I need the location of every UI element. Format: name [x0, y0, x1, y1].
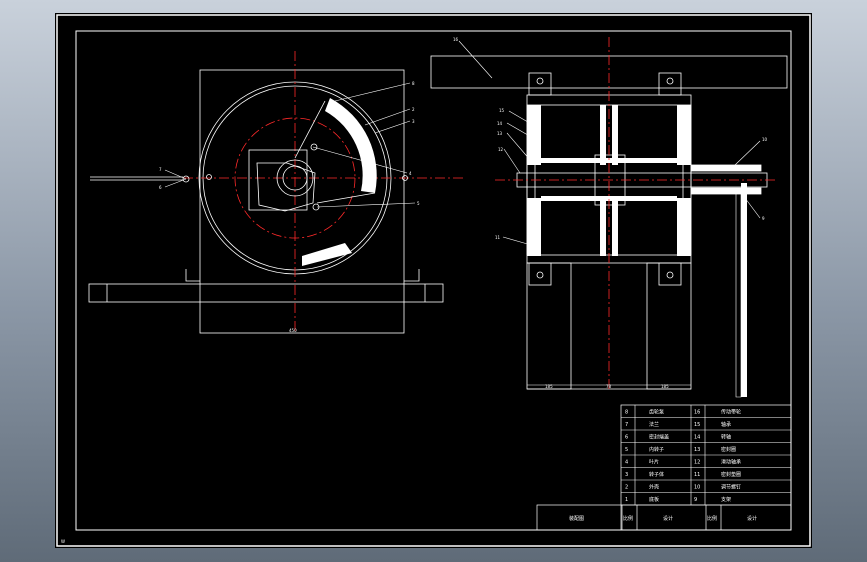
callout-11: 11 [495, 235, 501, 240]
callout-6: 6 [159, 185, 162, 190]
dimension-left-width: 450 [289, 328, 297, 333]
table-cell: 2 [625, 485, 628, 491]
housing-right-step [404, 269, 420, 282]
table-cell: 轴承 [721, 421, 731, 428]
callout-16: 16 [453, 37, 459, 42]
callout-5: 5 [417, 201, 420, 206]
vane-line-2 [316, 192, 376, 204]
base-plate [88, 283, 444, 303]
dim-c: 185 [661, 384, 669, 389]
dim-b: 78 [606, 384, 612, 389]
table-cell: 12 [694, 460, 700, 466]
leg-right [646, 262, 692, 390]
table-cell: 密封垫圈 [721, 471, 741, 478]
title-block-value-b: 设计 [747, 515, 757, 522]
table-cell: 16 [694, 410, 700, 416]
callout-15: 15 [499, 108, 505, 113]
leader-lines-left [164, 82, 416, 208]
table-cell: 内转子 [649, 446, 664, 453]
table-cell: 传动带轮 [721, 409, 741, 416]
title-block-label-a: 比例 [623, 515, 633, 522]
table-cell: 密封圈 [721, 446, 736, 453]
leader-lines-right [502, 110, 761, 246]
table-cell: 7 [625, 422, 628, 428]
table-cell: 调节螺钉 [721, 484, 741, 491]
table-cell: 齿轮泵 [649, 409, 664, 416]
inner-rotor [206, 143, 408, 212]
seal-lower [690, 187, 762, 195]
housing-left-step [185, 269, 200, 282]
port-left [206, 174, 212, 180]
hatched-vane-top [325, 98, 377, 193]
table-cell: 转子体 [649, 471, 664, 478]
leader-plate [458, 40, 493, 79]
vane-line-1 [294, 100, 326, 159]
table-cell: 15 [694, 422, 700, 428]
callout-14: 14 [497, 121, 503, 126]
table-cell: 底板 [649, 496, 659, 503]
callout-8: 8 [412, 81, 415, 86]
front-view: 8 2 3 4 5 7 6 450 [88, 51, 465, 334]
callout-4: 4 [409, 171, 412, 176]
title-block-value-a: 设计 [663, 515, 673, 522]
callout-13: 13 [497, 131, 503, 136]
table-cell: 法兰 [649, 421, 659, 428]
table-cell: 密封端盖 [649, 434, 669, 441]
housing [88, 69, 444, 334]
sheet-border [56, 14, 811, 547]
housing-body [199, 69, 405, 334]
title-block-title: 装配图 [569, 515, 584, 522]
hatched-vane-bottom [302, 243, 352, 266]
outer-frame [56, 14, 811, 547]
corner-mark: W [61, 539, 65, 544]
callout-12: 12 [498, 147, 504, 152]
inlet-tube [90, 175, 190, 183]
table-cell: 11 [694, 472, 700, 478]
table-cell: 叶片 [649, 459, 659, 466]
callout-7: 7 [159, 167, 162, 172]
callout-3: 3 [412, 119, 415, 124]
dim-a: 185 [545, 384, 553, 389]
table-cell: 外壳 [649, 484, 659, 491]
assembly-drawing[interactable]: 8 2 3 4 5 7 6 450 16 15 14 13 12 11 10 9… [55, 13, 812, 548]
side-view: 16 15 14 13 12 11 10 9 185 78 185 [430, 37, 788, 398]
table-cell: 滑动轴承 [721, 459, 741, 466]
callout-9: 9 [762, 216, 765, 221]
table-rows: 8 齿轮泵 16 传动带轮7 法兰 15 轴承6 密封端盖 14 转轴5 内转子 13 密封圈4 叶片 12… [621, 405, 791, 506]
drawing-viewport[interactable]: 8 2 3 4 5 7 6 450 16 15 14 13 12 11 10 9… [55, 13, 812, 548]
lug-bottom-right [658, 262, 682, 286]
table-cell: 5 [625, 447, 628, 453]
table-cell: 3 [625, 472, 628, 478]
seal-upper [690, 164, 762, 172]
table-cell: 1 [625, 497, 628, 503]
leg-left [526, 262, 572, 390]
table-cell: 4 [625, 460, 628, 466]
table-cell: 13 [694, 447, 700, 453]
title-block-label-b: 比例 [707, 515, 717, 522]
table-cell: 10 [694, 485, 700, 491]
table-cell: 转轴 [721, 434, 731, 441]
table-cell: 8 [625, 410, 628, 416]
table-cell: 支架 [721, 496, 731, 503]
centerlines-left [183, 51, 465, 333]
lug-bottom-left [528, 262, 552, 286]
side-support [735, 183, 747, 398]
callout-10: 10 [762, 137, 768, 142]
table-cell: 6 [625, 435, 628, 441]
table-cell: 9 [694, 497, 697, 503]
callout-2: 2 [412, 107, 415, 112]
title-block-text: 装配图 比例 设计 比例 设计 [569, 515, 757, 522]
table-cell: 14 [694, 435, 700, 441]
